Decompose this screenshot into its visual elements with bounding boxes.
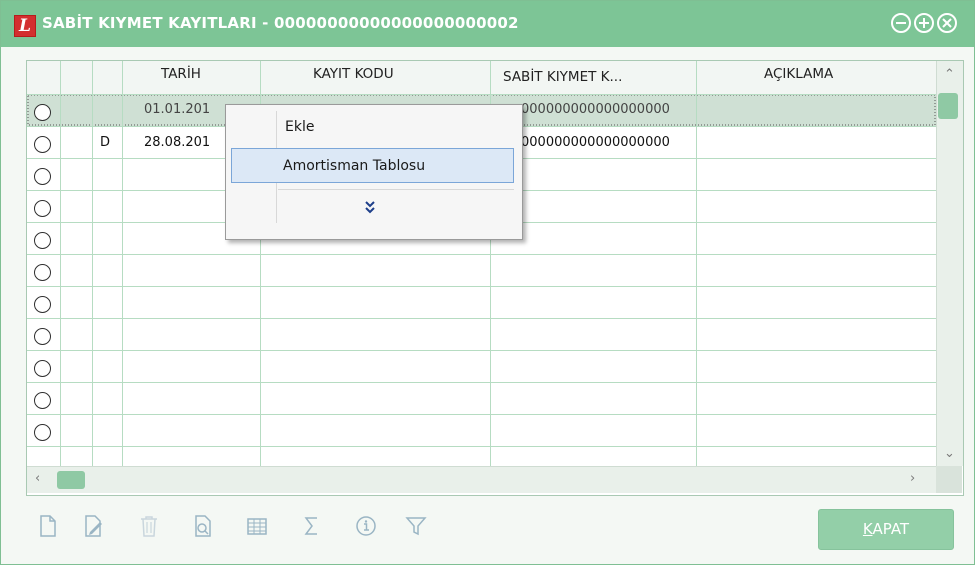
scroll-right-icon[interactable]: › — [910, 471, 915, 486]
vertical-scrollbar[interactable] — [936, 61, 963, 466]
column-header-sabit-kiymet-kodu[interactable]: SABİT KIYMET K... — [503, 69, 622, 85]
scroll-left-icon[interactable]: ‹ — [35, 471, 40, 486]
row-selector-radio[interactable] — [34, 328, 51, 345]
row-selector-radio[interactable] — [34, 296, 51, 313]
row-selector-radio[interactable] — [34, 200, 51, 217]
delete-icon[interactable] — [138, 514, 160, 538]
new-document-icon[interactable] — [37, 514, 59, 538]
sabit-kiymet-window: L SABİT KIYMET KAYITLARI - 0000000000000… — [0, 0, 975, 565]
window-title: SABİT KIYMET KAYITLARI - 000000000000000… — [42, 14, 519, 32]
close-icon[interactable] — [936, 12, 958, 34]
row-2-asset-code[interactable]: 000000000000000000 — [521, 135, 694, 150]
row-1-date[interactable]: 01.01.201 — [144, 102, 224, 117]
row-2-date[interactable]: 28.08.201 — [144, 135, 224, 150]
sum-icon[interactable] — [301, 514, 323, 538]
filter-icon[interactable] — [405, 514, 427, 538]
vertical-scroll-thumb[interactable] — [938, 93, 958, 119]
double-chevron-down-icon[interactable] — [363, 200, 377, 216]
context-menu: Ekle Amortisman Tablosu — [225, 104, 523, 240]
row-selector-radio[interactable] — [34, 232, 51, 249]
kapat-label: APAT — [872, 520, 910, 538]
info-icon[interactable] — [355, 514, 377, 538]
row-selector-radio[interactable] — [34, 424, 51, 441]
row-1-asset-code[interactable]: 000000000000000000 — [521, 102, 694, 117]
scroll-down-icon[interactable]: ⌄ — [944, 446, 955, 461]
title-bar[interactable]: L SABİT KIYMET KAYITLARI - 0000000000000… — [1, 1, 974, 47]
column-header-kayit-kodu[interactable]: KAYIT KODU — [313, 66, 394, 82]
table-icon[interactable] — [246, 514, 268, 538]
row-2-flag: D — [100, 135, 111, 150]
minimize-icon[interactable] — [890, 12, 912, 34]
edit-icon[interactable] — [82, 514, 104, 538]
kapat-button[interactable]: KAPAT — [818, 509, 954, 550]
row-selector-radio[interactable] — [34, 360, 51, 377]
scroll-corner — [936, 466, 962, 493]
row-selector-radio[interactable] — [34, 168, 51, 185]
menu-item-ekle[interactable]: Ekle — [285, 119, 314, 135]
maximize-icon[interactable] — [913, 12, 935, 34]
menu-item-amortisman-tablosu[interactable]: Amortisman Tablosu — [283, 158, 425, 174]
app-logo-icon: L — [14, 15, 36, 37]
row-selector-radio[interactable] — [34, 104, 51, 121]
row-selector-radio[interactable] — [34, 264, 51, 281]
horizontal-scrollbar[interactable] — [27, 466, 936, 493]
menu-separator — [278, 189, 514, 190]
horizontal-scroll-thumb[interactable] — [57, 471, 85, 489]
column-header-aciklama[interactable]: AÇIKLAMA — [764, 66, 833, 82]
row-selector-radio[interactable] — [34, 136, 51, 153]
preview-icon[interactable] — [192, 514, 214, 538]
row-selector-radio[interactable] — [34, 392, 51, 409]
scroll-up-icon[interactable]: ⌃ — [944, 67, 955, 82]
column-header-tarih[interactable]: TARİH — [161, 66, 201, 82]
